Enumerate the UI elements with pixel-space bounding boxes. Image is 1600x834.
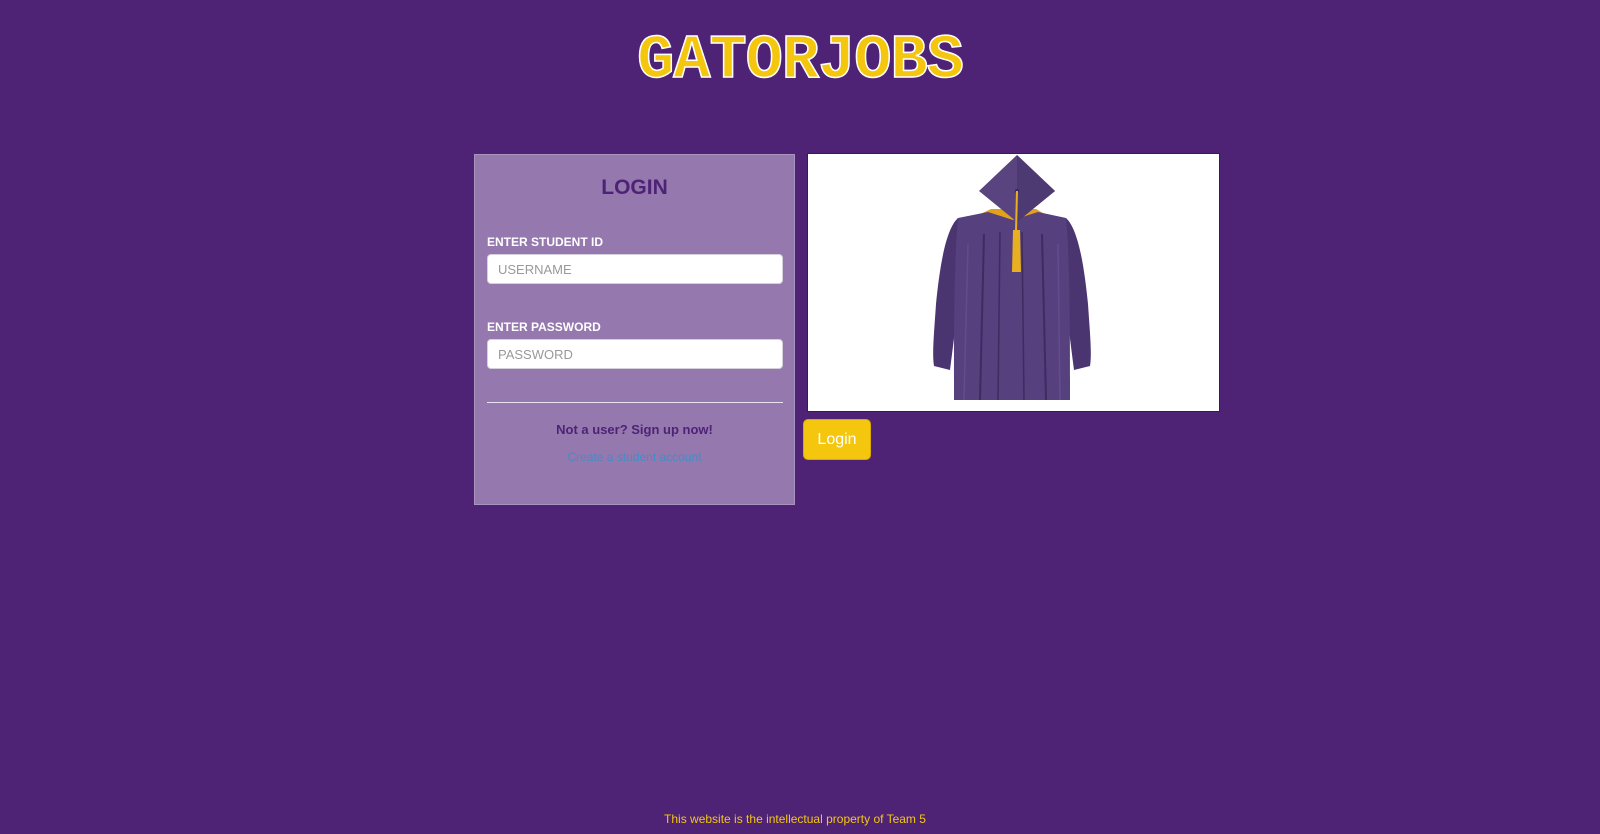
graduation-gown-icon	[933, 155, 1091, 401]
username-input[interactable]	[487, 254, 783, 284]
login-button[interactable]: Login	[803, 419, 871, 460]
student-id-label: ENTER STUDENT ID	[487, 235, 604, 249]
login-title: LOGIN	[601, 176, 668, 199]
password-input[interactable]	[487, 339, 783, 369]
graduation-gown-image	[807, 153, 1220, 412]
create-student-account-link[interactable]: Create a student account	[475, 450, 794, 464]
login-panel: LOGIN ENTER STUDENT ID ENTER PASSWORD No…	[474, 154, 795, 505]
signup-prompt: Not a user? Sign up now!	[556, 422, 713, 437]
footer-copyright: This website is the intellectual propert…	[664, 812, 926, 826]
password-label: ENTER PASSWORD	[487, 320, 601, 334]
site-logo: GATORJOBS	[636, 25, 964, 97]
panel-divider	[487, 402, 783, 403]
